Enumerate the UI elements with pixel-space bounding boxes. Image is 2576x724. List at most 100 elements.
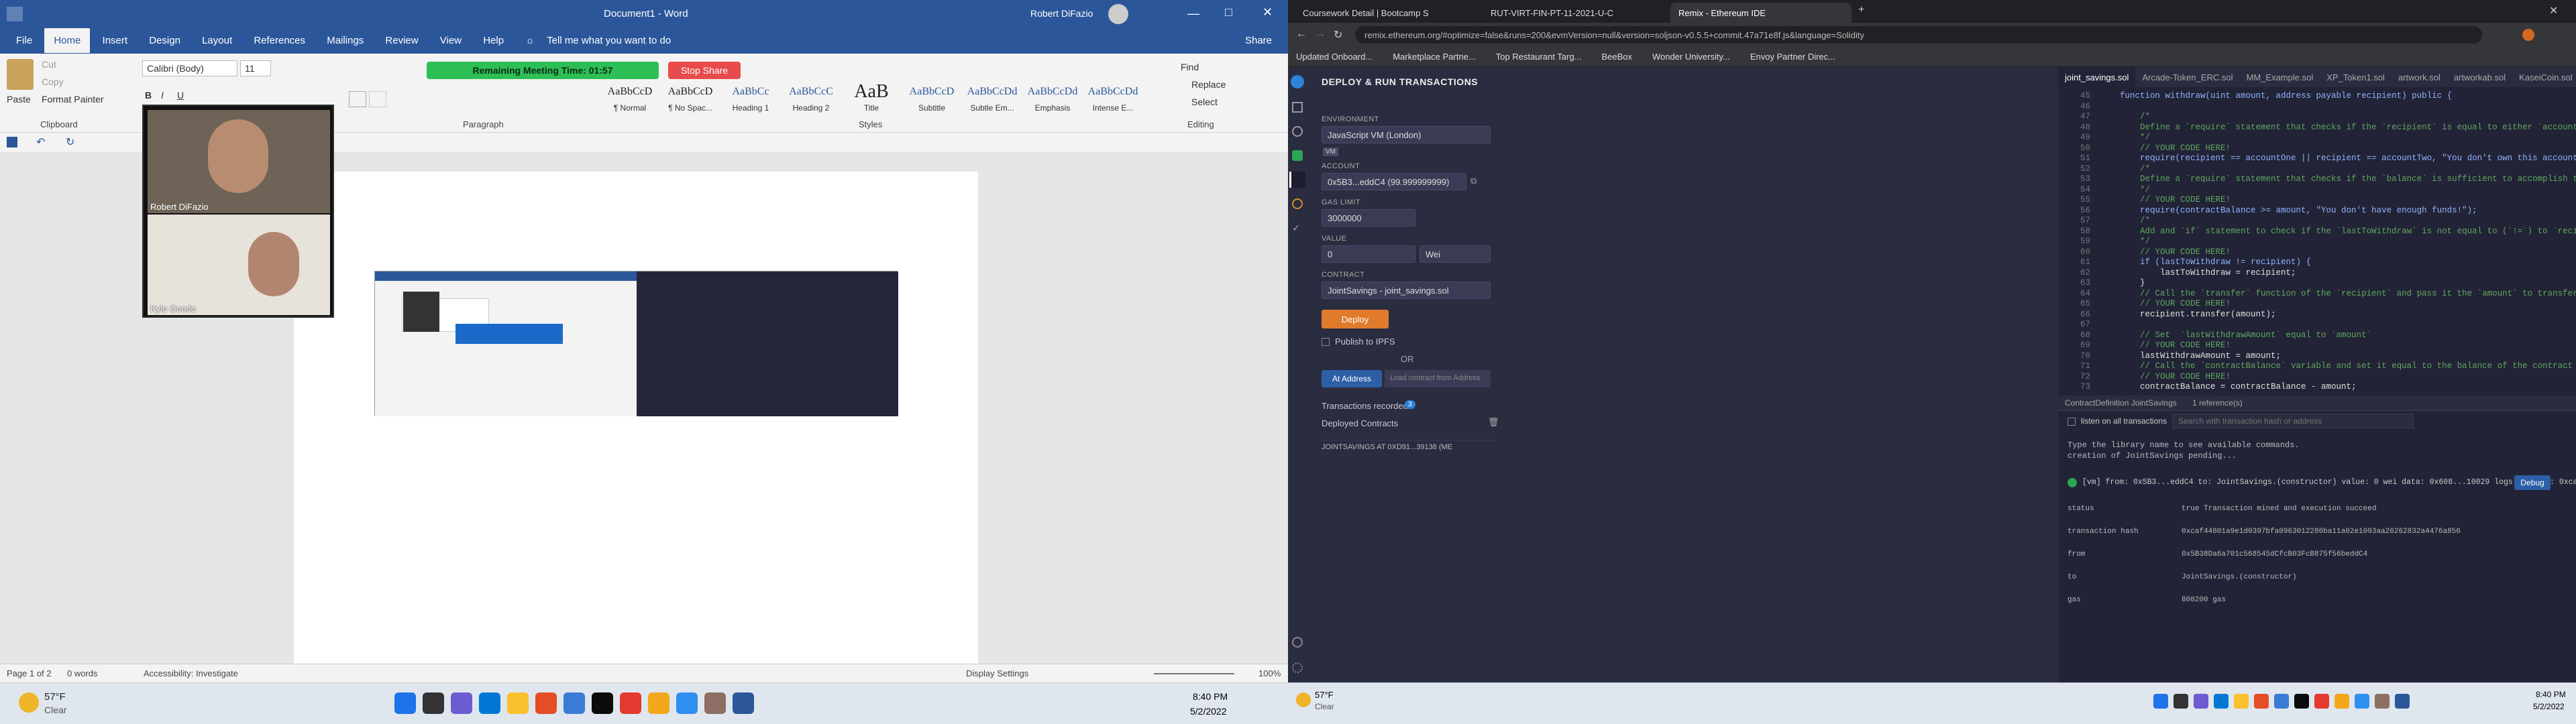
autosave-icon[interactable] [7,7,23,21]
at-address-button[interactable]: At Address [1322,370,1382,387]
debugger-icon[interactable] [1292,198,1303,209]
file-tab[interactable]: Arcade-Token_ERC.sol [2135,67,2239,87]
gas-limit-input[interactable]: 3000000 [1322,209,1415,227]
app-icon[interactable] [704,692,726,714]
terminal-icon[interactable] [592,692,613,714]
font-name-select[interactable]: Calibri (Body) [142,60,237,76]
style-1[interactable]: AaBbCcD ¶ No Spac... [661,80,719,119]
clock-time[interactable]: 8:40 PM [1193,691,1228,702]
zoom-level[interactable]: 100% [1258,668,1281,678]
bookmark[interactable]: BeeBox [1601,52,1632,62]
listen-checkbox[interactable] [2068,418,2076,426]
file-explorer-icon[interactable] [451,692,472,714]
tab-insert[interactable]: Insert [93,28,138,53]
style-8[interactable]: AaBbCcDd Intense E... [1084,80,1142,119]
chrome-icon[interactable] [535,692,557,714]
stop-share-button[interactable]: Stop Share [668,62,741,79]
plugin-icon[interactable] [1292,637,1303,648]
code-editor[interactable]: 45 function withdraw(uint amount, addres… [2058,91,2576,393]
chrome-icon[interactable] [2254,694,2269,709]
style-4[interactable]: AaB Title [843,80,900,119]
new-tab-icon[interactable]: + [1858,4,1864,16]
save-icon[interactable] [7,137,17,147]
copy-button[interactable]: Copy [42,76,64,87]
dell-icon[interactable] [2334,694,2349,709]
tab-file[interactable]: File [7,28,42,53]
document-page[interactable] [294,172,978,664]
style-7[interactable]: AaBbCcDd Emphasis [1024,80,1081,119]
back-icon[interactable]: ← [1296,28,1307,40]
bold-icon[interactable]: B [145,90,152,101]
deployed-contract-item[interactable]: JOINTSAVINGS AT 0XD91...39138 (ME [1322,440,1496,455]
user-name[interactable]: Robert DiFazio [1030,8,1093,19]
tab-design[interactable]: Design [140,28,190,53]
file-tab[interactable]: MM_Example.sol [2240,67,2320,87]
search-icon[interactable] [423,692,444,714]
tx-value[interactable]: 0x5B38Da6a701c568545dCfcB03FcB875f56bedd… [2182,550,2367,558]
dell-icon[interactable] [648,692,669,714]
deploy-button[interactable]: Deploy [1322,310,1389,328]
zoom-slider[interactable] [1154,673,1234,674]
file-explorer-icon[interactable] [1292,102,1303,113]
tab-review[interactable]: Review [376,28,427,53]
style-0[interactable]: AaBbCcD ¶ Normal [601,80,659,119]
search-icon[interactable] [1292,126,1303,137]
settings-icon[interactable] [1292,662,1303,673]
tx-value[interactable]: true Transaction mined and execution suc… [2182,505,2376,513]
clock-time[interactable]: 8:40 PM [2536,690,2566,699]
publish-checkbox[interactable] [1322,338,1330,346]
browser-tab[interactable]: Coursework Detail | Bootcamp S [1295,3,1476,23]
find-button[interactable]: Find [1181,62,1199,72]
weather-temp[interactable]: 57°F [1315,690,1334,700]
replace-button[interactable]: Replace [1191,79,1226,90]
tx-search-input[interactable] [2172,414,2414,428]
align-left-icon[interactable] [349,91,366,107]
compiler-icon[interactable] [1292,150,1303,161]
debug-button[interactable]: Debug [2514,475,2551,490]
contract-select[interactable]: JointSavings - joint_savings.sol [1322,282,1491,299]
terminal-icon[interactable] [2294,694,2309,709]
office-icon[interactable] [2314,694,2329,709]
search-icon[interactable] [2174,694,2188,709]
close-icon[interactable]: ✕ [1263,5,1273,19]
weather-temp[interactable]: 57°F [44,691,66,703]
outlook-icon[interactable] [2274,694,2289,709]
format-painter-button[interactable]: Format Painter [42,94,104,105]
url-input[interactable]: remix.ethereum.org/#optimize=false&runs=… [1355,26,2482,44]
redo-icon[interactable]: ↻ [66,135,74,149]
minimize-icon[interactable]: — [1187,7,1199,21]
profile-icon[interactable] [2522,29,2534,41]
teams-icon[interactable] [479,692,500,714]
paste-icon[interactable] [7,59,34,90]
browser-tab[interactable]: RUT-VIRT-FIN-PT-11-2021-U-C [1483,3,1664,23]
teams-icon[interactable] [2214,694,2229,709]
style-3[interactable]: AaBbCcC Heading 2 [782,80,840,119]
style-5[interactable]: AaBbCcD Subtitle [903,80,961,119]
font-size-select[interactable]: 11 [240,60,271,76]
file-tab[interactable]: joint_savings.sol [2058,67,2136,87]
deploy-icon[interactable] [1289,172,1305,188]
paste-button[interactable]: Paste [7,94,31,105]
value-input[interactable]: 0 [1322,245,1415,263]
accessibility-status[interactable]: Accessibility: Investigate [144,668,238,678]
select-button[interactable]: Select [1191,97,1218,107]
align-center-icon[interactable] [369,91,386,107]
reload-icon[interactable]: ↻ [1334,28,1342,42]
bookmark[interactable]: Wonder University... [1652,52,1730,62]
bookmark[interactable]: Marketplace Partne... [1393,52,1476,62]
word-icon[interactable] [733,692,754,714]
forward-icon[interactable]: → [1315,28,1326,40]
office-icon[interactable] [620,692,641,714]
tab-help[interactable]: Help [474,28,513,53]
style-2[interactable]: AaBbCc Heading 1 [722,80,780,119]
style-6[interactable]: AaBbCcDd Subtle Em... [963,80,1021,119]
edge-icon[interactable] [507,692,529,714]
zoom-icon[interactable] [2355,694,2369,709]
bookmark[interactable]: Updated Onboard... [1296,52,1373,62]
tx-summary[interactable]: [vm] from: 0x5B3...eddC4 to: JointSaving… [2082,478,2576,487]
underline-icon[interactable]: U [177,90,184,101]
avatar[interactable] [1108,4,1128,24]
edge-icon[interactable] [2234,694,2249,709]
start-icon[interactable] [2153,694,2168,709]
bookmark[interactable]: Envoy Partner Direc... [1750,52,1835,62]
